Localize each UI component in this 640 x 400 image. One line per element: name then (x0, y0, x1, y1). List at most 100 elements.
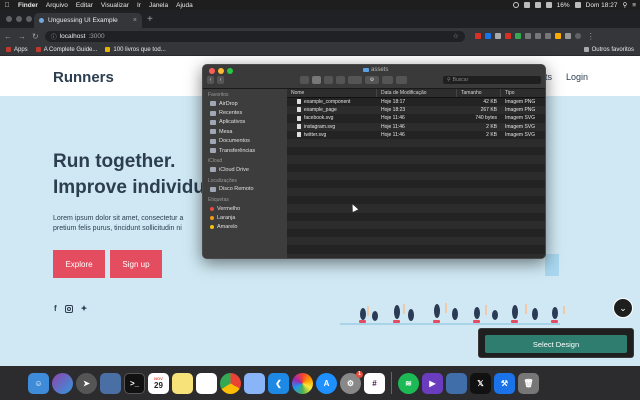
menu-editar[interactable]: Editar (72, 2, 97, 9)
extension-icon[interactable] (524, 33, 531, 39)
finder-search-field[interactable]: ⚲ Buscar (443, 76, 541, 84)
notes-app-icon[interactable] (172, 372, 193, 394)
reload-icon[interactable]: ↻ (32, 32, 39, 41)
icon-view-icon[interactable] (300, 76, 309, 84)
spotify-app-icon[interactable]: ≋ (398, 372, 419, 394)
sidebar-item-documentos[interactable]: Documentos (203, 137, 287, 146)
gallery-view-icon[interactable] (336, 76, 345, 84)
bookmark-others[interactable]: Outros favoritos (583, 47, 634, 53)
tag-icon[interactable] (396, 76, 407, 84)
preview-app-icon[interactable] (100, 372, 121, 394)
launchpad-app-icon[interactable]: ➤ (76, 372, 97, 394)
forward-icon[interactable]: → (18, 32, 26, 41)
clock[interactable]: Dom 18:27 (586, 2, 618, 9)
vscode-app-icon[interactable]: ❮ (268, 372, 289, 394)
twitter-icon[interactable]: ✦ (81, 304, 88, 313)
extension-icon[interactable] (544, 33, 551, 39)
sidebar-item-airdrop[interactable]: AirDrop (203, 99, 287, 108)
minimize-window-button[interactable] (16, 16, 22, 22)
column-header-tamanho[interactable]: Tamanho (457, 89, 501, 97)
calendar-app-icon[interactable]: NOV 29 (148, 372, 169, 394)
extension-icon[interactable] (554, 33, 561, 39)
column-header-data[interactable]: Data de Modificação (377, 89, 457, 97)
column-view-icon[interactable] (324, 76, 333, 84)
file-row[interactable]: twitter.svg Hoje 11:46 2 KB Imagem SVG (287, 131, 545, 139)
list-view-icon[interactable] (312, 76, 321, 84)
status-circle-icon[interactable] (512, 2, 519, 8)
sidebar-tag-amarelo[interactable]: Amarelo (203, 223, 287, 232)
x-app-icon[interactable]: 𝕏 (470, 372, 491, 394)
back-icon[interactable]: ‹ (207, 76, 214, 84)
finder-close-button[interactable] (209, 68, 215, 74)
chrome-menu-icon[interactable]: ⋮ (587, 32, 595, 41)
info-icon[interactable]: ⓘ (51, 32, 57, 41)
menu-app-name[interactable]: Finder (14, 2, 42, 9)
select-design-button[interactable]: Select Design (485, 335, 627, 353)
sidebar-item-transferencias[interactable]: Transferências (203, 146, 287, 155)
explore-button[interactable]: Explore (53, 250, 105, 278)
share-icon[interactable] (382, 76, 393, 84)
siri-app-icon[interactable] (52, 372, 73, 394)
battery-percent[interactable]: 16% (557, 2, 570, 9)
extension-icon[interactable] (484, 33, 491, 39)
status-app-icon[interactable] (523, 2, 530, 8)
chrome-app-icon[interactable] (220, 372, 241, 394)
menu-ajuda[interactable]: Ajuda (172, 2, 197, 9)
file-row[interactable]: example_component Hoje 18:17 42 KB Image… (287, 98, 545, 106)
menu-janela[interactable]: Janela (145, 2, 172, 9)
extension-icon[interactable] (504, 33, 511, 39)
extension-icon[interactable] (474, 33, 481, 39)
screenshot-app-icon[interactable] (446, 372, 467, 394)
tab-close-icon[interactable]: × (133, 17, 137, 24)
nav-login[interactable]: Login (566, 72, 588, 82)
gear-icon[interactable]: ⚙ (365, 76, 379, 84)
bookmark-guide[interactable]: A Complete Guide... (35, 47, 97, 53)
app-store-app-icon[interactable]: A (316, 372, 337, 394)
wifi-icon[interactable] (545, 2, 552, 8)
photos-icon[interactable] (292, 372, 313, 394)
nav-link-partial[interactable]: ts (545, 72, 552, 82)
group-icon[interactable] (348, 76, 362, 84)
column-header-nome[interactable]: Nome (287, 89, 377, 97)
sidebar-tag-vermelho[interactable]: Vermelho (203, 204, 287, 213)
forward-icon[interactable]: › (217, 76, 224, 84)
address-bar[interactable]: ⓘ localhost:3000 ☆ (44, 30, 465, 42)
extension-icon[interactable] (534, 33, 541, 39)
finder-app-icon[interactable]: ☺ (28, 372, 49, 394)
status-dropbox-icon[interactable] (534, 2, 541, 8)
finder-zoom-button[interactable] (227, 68, 233, 74)
extension-icon[interactable] (564, 33, 571, 39)
menu-ir[interactable]: Ir (133, 2, 145, 9)
file-list-empty-area[interactable] (287, 138, 545, 258)
back-icon[interactable]: ← (4, 32, 12, 41)
zoom-window-button[interactable] (26, 16, 32, 22)
finder-minimize-button[interactable] (218, 68, 224, 74)
menu-arquivo[interactable]: Arquivo (42, 2, 72, 9)
xcode-app-icon[interactable]: ⚒ (494, 372, 515, 394)
slack-app-icon[interactable]: # (364, 372, 385, 394)
battery-icon[interactable] (574, 2, 581, 8)
sidebar-item-recentes[interactable]: Recentes (203, 108, 287, 117)
profile-avatar[interactable] (574, 33, 581, 39)
finder-titlebar[interactable]: assets ‹ › ⚙ ⚲ Buscar (203, 65, 545, 89)
close-window-button[interactable] (6, 16, 12, 22)
search-icon[interactable]: ⚲ (622, 1, 627, 9)
bookmark-star-icon[interactable]: ☆ (453, 32, 459, 40)
instagram-icon[interactable] (64, 304, 73, 313)
sidebar-item-aplicativos[interactable]: Aplicativos (203, 118, 287, 127)
sidebar-tag-laranja[interactable]: Laranja (203, 213, 287, 222)
trash-icon[interactable]: 🗑 (518, 372, 539, 394)
extension-icon[interactable] (514, 33, 521, 39)
sidebar-item-mesa[interactable]: Mesa (203, 127, 287, 136)
apple-menu-icon[interactable]:  (0, 2, 14, 9)
bookmark-apps[interactable]: Apps (6, 47, 28, 53)
file-row[interactable]: instagram.svg Hoje 11:46 2 KB Imagem SVG (287, 122, 545, 131)
prompt-app-icon[interactable]: ▶ (422, 372, 443, 394)
scroll-down-button[interactable]: ⌄ (613, 298, 633, 318)
facebook-icon[interactable]: f (54, 304, 57, 313)
reminders-app-icon[interactable] (196, 372, 217, 394)
site-brand[interactable]: Runners (53, 69, 114, 86)
terminal-app-icon[interactable]: >_ (124, 372, 145, 394)
column-header-tipo[interactable]: Tipo (501, 89, 545, 97)
menu-visualizar[interactable]: Visualizar (97, 2, 133, 9)
